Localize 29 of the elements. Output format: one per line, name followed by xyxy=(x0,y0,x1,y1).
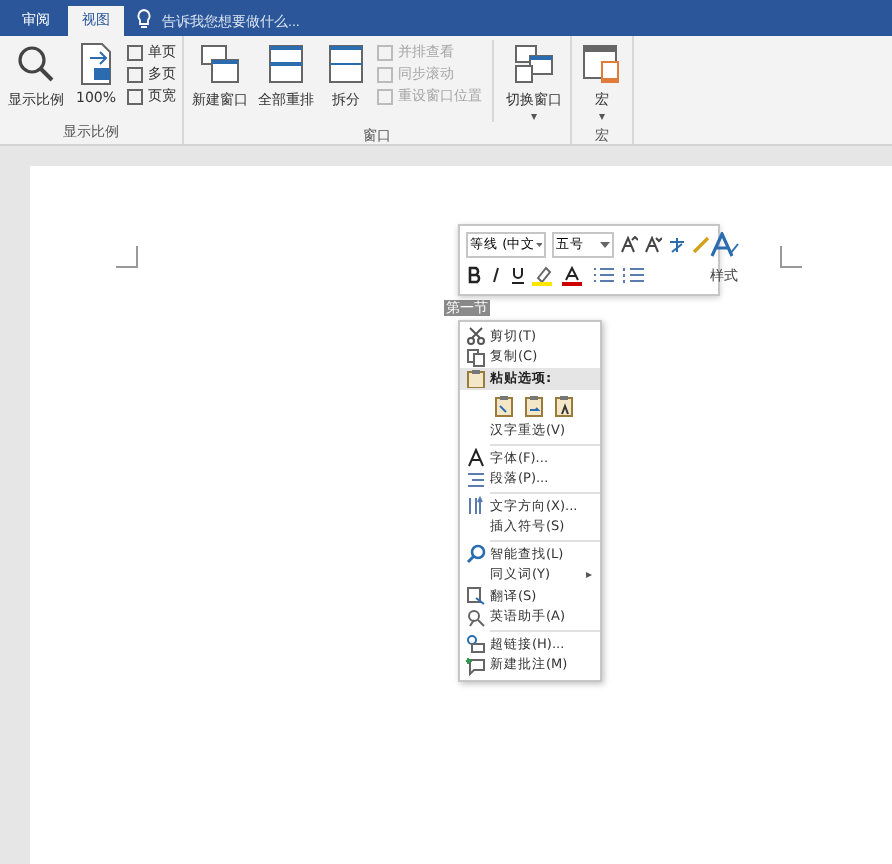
scissors-icon xyxy=(465,326,485,347)
para-icon xyxy=(465,469,485,490)
numbering-icon[interactable] xyxy=(622,266,646,284)
clipboard-icon xyxy=(465,368,485,389)
bullets-icon[interactable] xyxy=(592,266,616,284)
paste-option-icon[interactable] xyxy=(524,393,544,417)
italic-icon[interactable] xyxy=(488,266,504,284)
bold-icon[interactable] xyxy=(466,266,482,284)
window-icon xyxy=(324,42,368,86)
link-icon xyxy=(465,634,485,655)
font-icon xyxy=(465,448,485,469)
windows-icon xyxy=(512,42,556,86)
window-icon xyxy=(580,42,624,86)
comment-icon xyxy=(465,655,485,676)
window-icon xyxy=(198,42,242,86)
lightbulb-icon xyxy=(136,8,152,30)
highlight-icon[interactable] xyxy=(532,265,556,285)
copy-icon xyxy=(465,347,485,368)
grow-font-icon[interactable] xyxy=(620,236,638,254)
zoom-icon xyxy=(14,42,58,86)
shrink-font-icon[interactable] xyxy=(644,236,662,254)
window-icon xyxy=(264,42,308,86)
dropdown-arrow-icon xyxy=(600,242,610,248)
underline-icon[interactable] xyxy=(510,266,526,284)
search-icon xyxy=(465,544,485,565)
paste-option-icon[interactable] xyxy=(554,393,574,417)
font-color-icon[interactable] xyxy=(562,265,586,285)
direction-icon xyxy=(465,496,485,517)
dropdown-arrow-icon xyxy=(535,242,542,248)
